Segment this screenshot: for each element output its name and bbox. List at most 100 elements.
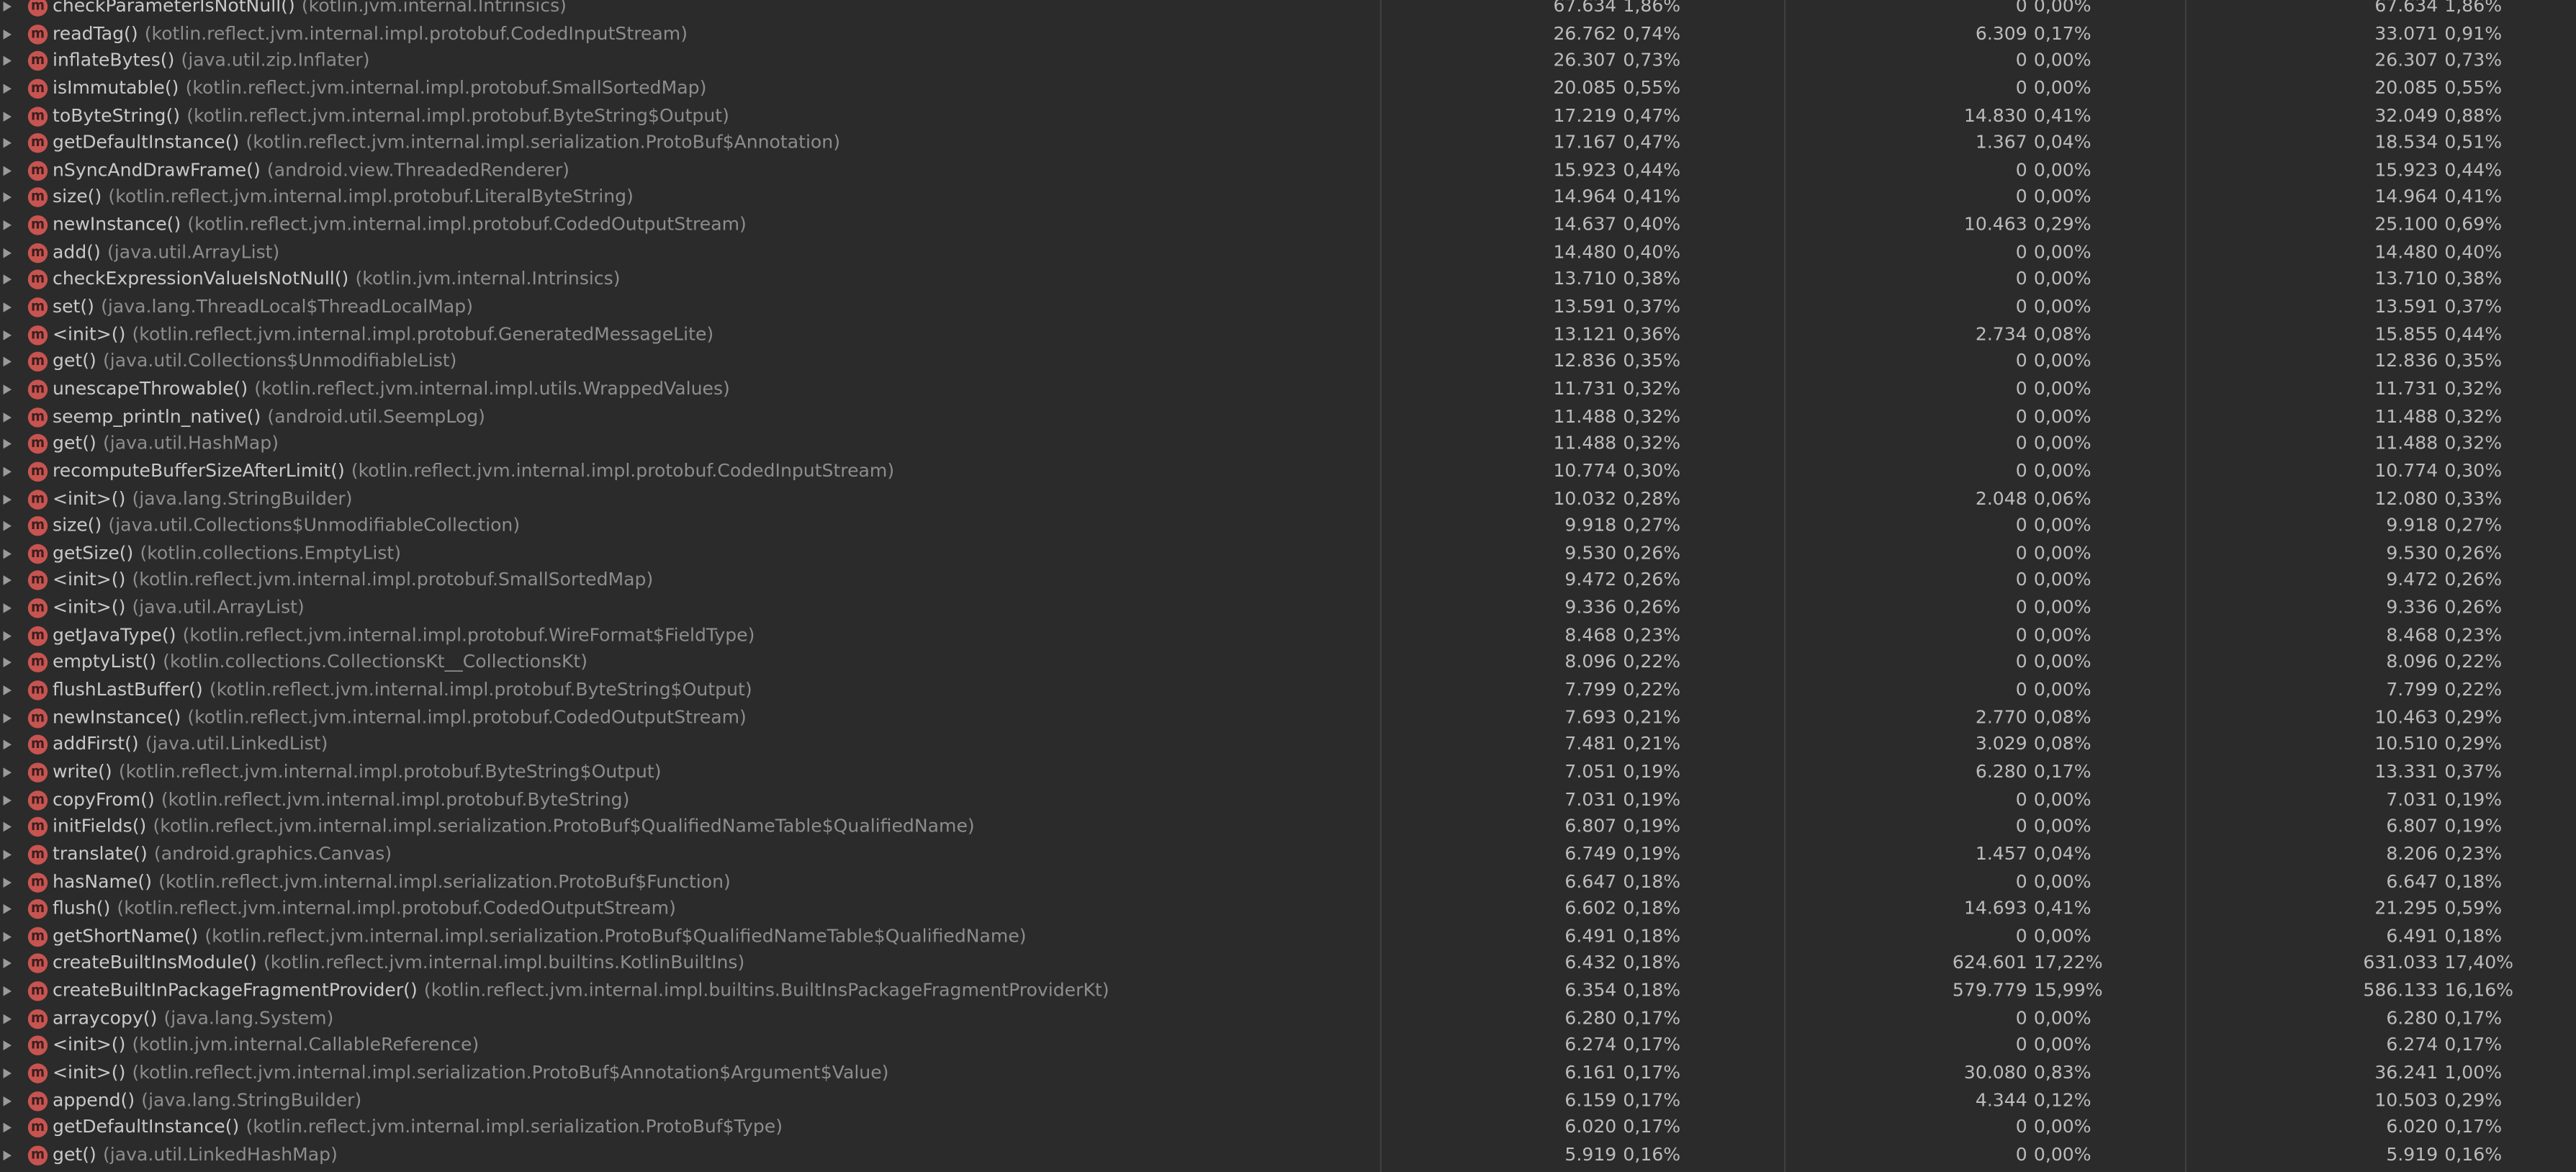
table-row[interactable]: m get() (java.util.LinkedHashMap) 5.919 0…: [0, 1142, 2576, 1170]
table-row[interactable]: m size() (java.util.Collections$Unmodifia…: [0, 513, 2576, 541]
triangle-right-icon[interactable]: [3, 849, 12, 860]
table-row[interactable]: m getSize() (kotlin.collections.EmptyList…: [0, 541, 2576, 568]
table-row[interactable]: m readTag() (kotlin.reflect.jvm.internal.…: [0, 21, 2576, 48]
table-row[interactable]: m recomputeBufferSizeAfterLimit() (kotlin…: [0, 459, 2576, 486]
table-row[interactable]: m size() (kotlin.reflect.jvm.internal.imp…: [0, 185, 2576, 212]
table-row[interactable]: m get() (java.util.HashMap) 11.488 0,32% …: [0, 431, 2576, 459]
table-row[interactable]: m newInstance() (kotlin.reflect.jvm.inter…: [0, 705, 2576, 732]
table-row[interactable]: m append() (java.lang.StringBuilder) 6.15…: [0, 1088, 2576, 1115]
table-row[interactable]: m <init>() (kotlin.jvm.internal.CallableR…: [0, 1033, 2576, 1060]
triangle-right-icon[interactable]: [3, 959, 12, 969]
triangle-right-icon[interactable]: [3, 576, 12, 586]
method-signature: toByteString() (kotlin.reflect.jvm.intern…: [53, 103, 729, 130]
table-row[interactable]: m getJavaType() (kotlin.reflect.jvm.inter…: [0, 623, 2576, 650]
total-time-value: 10.510: [2374, 734, 2438, 755]
table-row[interactable]: m nSyncAndDrawFrame() (android.view.Threa…: [0, 158, 2576, 185]
total-time-percent: 0,29%: [2444, 1088, 2503, 1111]
table-row[interactable]: m getDefaultInstance() (kotlin.reflect.jv…: [0, 1115, 2576, 1142]
table-row[interactable]: m hasName() (kotlin.reflect.jvm.internal.…: [0, 869, 2576, 896]
table-row[interactable]: m createBuiltInsModule() (kotlin.reflect.…: [0, 951, 2576, 978]
total-time-percent: 0,19%: [2444, 816, 2503, 837]
self-time-value: 10.774: [1553, 460, 1617, 482]
table-row[interactable]: m initFields() (kotlin.reflect.jvm.intern…: [0, 814, 2576, 842]
triangle-right-icon[interactable]: [3, 56, 12, 66]
children-time-percent: 0,00%: [2033, 77, 2091, 99]
triangle-right-icon[interactable]: [3, 220, 12, 230]
triangle-right-icon[interactable]: [3, 603, 12, 613]
table-row[interactable]: m <init>() (kotlin.reflect.jvm.internal.i…: [0, 568, 2576, 595]
table-row[interactable]: m emptyList() (kotlin.collections.Collect…: [0, 650, 2576, 677]
triangle-right-icon[interactable]: [3, 549, 12, 559]
triangle-right-icon[interactable]: [3, 1014, 12, 1024]
triangle-right-icon[interactable]: [3, 1096, 12, 1106]
triangle-right-icon[interactable]: [3, 521, 12, 531]
table-row[interactable]: m addFirst() (java.util.LinkedList) 7.481…: [0, 732, 2576, 759]
table-row[interactable]: m isImmutable() (kotlin.reflect.jvm.inter…: [0, 76, 2576, 103]
triangle-right-icon[interactable]: [3, 439, 12, 449]
triangle-right-icon[interactable]: [3, 111, 12, 121]
table-row[interactable]: m <init>() (java.lang.StringBuilder) 10.0…: [0, 486, 2576, 513]
table-row[interactable]: m flush() (kotlin.reflect.jvm.internal.im…: [0, 896, 2576, 924]
triangle-right-icon[interactable]: [3, 412, 12, 422]
method-name: <init>(): [53, 487, 126, 509]
triangle-right-icon[interactable]: [3, 248, 12, 258]
triangle-right-icon[interactable]: [3, 302, 12, 312]
total-time-value: 12.080: [2374, 487, 2438, 509]
table-row[interactable]: m get() (java.util.Collections$Unmodifiab…: [0, 349, 2576, 377]
triangle-right-icon[interactable]: [3, 822, 12, 832]
table-row[interactable]: m <init>() (kotlin.reflect.jvm.internal.i…: [0, 1060, 2576, 1088]
triangle-right-icon[interactable]: [3, 877, 12, 887]
table-row[interactable]: m arraycopy() (java.lang.System) 6.280 0,…: [0, 1006, 2576, 1033]
table-row[interactable]: m newInstance() (kotlin.reflect.jvm.inter…: [0, 212, 2576, 240]
triangle-right-icon[interactable]: [3, 466, 12, 477]
class-name: (kotlin.reflect.jvm.internal.impl.serial…: [158, 870, 731, 892]
table-row[interactable]: m <init>() (kotlin.reflect.jvm.internal.i…: [0, 322, 2576, 349]
table-row[interactable]: m <init>() (java.util.ArrayList) 9.336 0,…: [0, 595, 2576, 623]
table-row[interactable]: m toByteString() (kotlin.reflect.jvm.inte…: [0, 103, 2576, 130]
table-row[interactable]: m seemp_println_native() (android.util.Se…: [0, 404, 2576, 431]
table-row[interactable]: m getShortName() (kotlin.reflect.jvm.inte…: [0, 924, 2576, 951]
table-row[interactable]: m createBuiltInPackageFragmentProvider()…: [0, 978, 2576, 1006]
table-row[interactable]: m set() (java.lang.ThreadLocal$ThreadLoca…: [0, 294, 2576, 322]
triangle-right-icon[interactable]: [3, 193, 12, 203]
table-row[interactable]: m flushLastBuffer() (kotlin.reflect.jvm.i…: [0, 677, 2576, 705]
table-row[interactable]: m checkParameterIsNotNull() (kotlin.jvm.i…: [0, 0, 2576, 21]
triangle-right-icon[interactable]: [3, 658, 12, 668]
table-row[interactable]: m translate() (android.graphics.Canvas) 6…: [0, 842, 2576, 869]
triangle-right-icon[interactable]: [3, 330, 12, 340]
triangle-right-icon[interactable]: [3, 275, 12, 285]
triangle-right-icon[interactable]: [3, 84, 12, 94]
table-row[interactable]: m unescapeThrowable() (kotlin.reflect.jvm…: [0, 377, 2576, 404]
triangle-right-icon[interactable]: [3, 384, 12, 395]
triangle-right-icon[interactable]: [3, 166, 12, 176]
triangle-right-icon[interactable]: [3, 932, 12, 942]
table-row[interactable]: m inflateBytes() (java.util.zip.Inflater)…: [0, 48, 2576, 76]
triangle-right-icon[interactable]: [3, 767, 12, 777]
class-name: (kotlin.jvm.internal.CallableReference): [132, 1034, 479, 1056]
triangle-right-icon[interactable]: [3, 904, 12, 914]
triangle-right-icon[interactable]: [3, 29, 12, 39]
table-row[interactable]: m checkExpressionValueIsNotNull() (kotlin…: [0, 267, 2576, 294]
triangle-right-icon[interactable]: [3, 795, 12, 805]
triangle-right-icon[interactable]: [3, 631, 12, 641]
triangle-right-icon[interactable]: [3, 1, 12, 12]
triangle-right-icon[interactable]: [3, 713, 12, 723]
triangle-right-icon[interactable]: [3, 494, 12, 504]
method-signature: size() (java.util.Collections$Unmodifiabl…: [53, 513, 520, 541]
triangle-right-icon[interactable]: [3, 986, 12, 996]
triangle-right-icon[interactable]: [3, 1068, 12, 1078]
triangle-right-icon[interactable]: [3, 740, 12, 750]
triangle-right-icon[interactable]: [3, 685, 12, 695]
table-row[interactable]: m add() (java.util.ArrayList) 14.480 0,40…: [0, 240, 2576, 267]
table-row[interactable]: m write() (kotlin.reflect.jvm.internal.im…: [0, 759, 2576, 787]
table-row[interactable]: m getDefaultInstance() (kotlin.reflect.jv…: [0, 130, 2576, 158]
triangle-right-icon[interactable]: [3, 1123, 12, 1133]
triangle-right-icon[interactable]: [3, 357, 12, 367]
self-time-value: 14.637: [1553, 214, 1617, 235]
triangle-right-icon[interactable]: [3, 1041, 12, 1051]
table-row[interactable]: m copyFrom() (kotlin.reflect.jvm.internal…: [0, 787, 2576, 814]
triangle-right-icon[interactable]: [3, 1150, 12, 1160]
method-name: initFields(): [53, 816, 147, 837]
self-time-value: 5.919: [1564, 1143, 1617, 1166]
triangle-right-icon[interactable]: [3, 138, 12, 148]
